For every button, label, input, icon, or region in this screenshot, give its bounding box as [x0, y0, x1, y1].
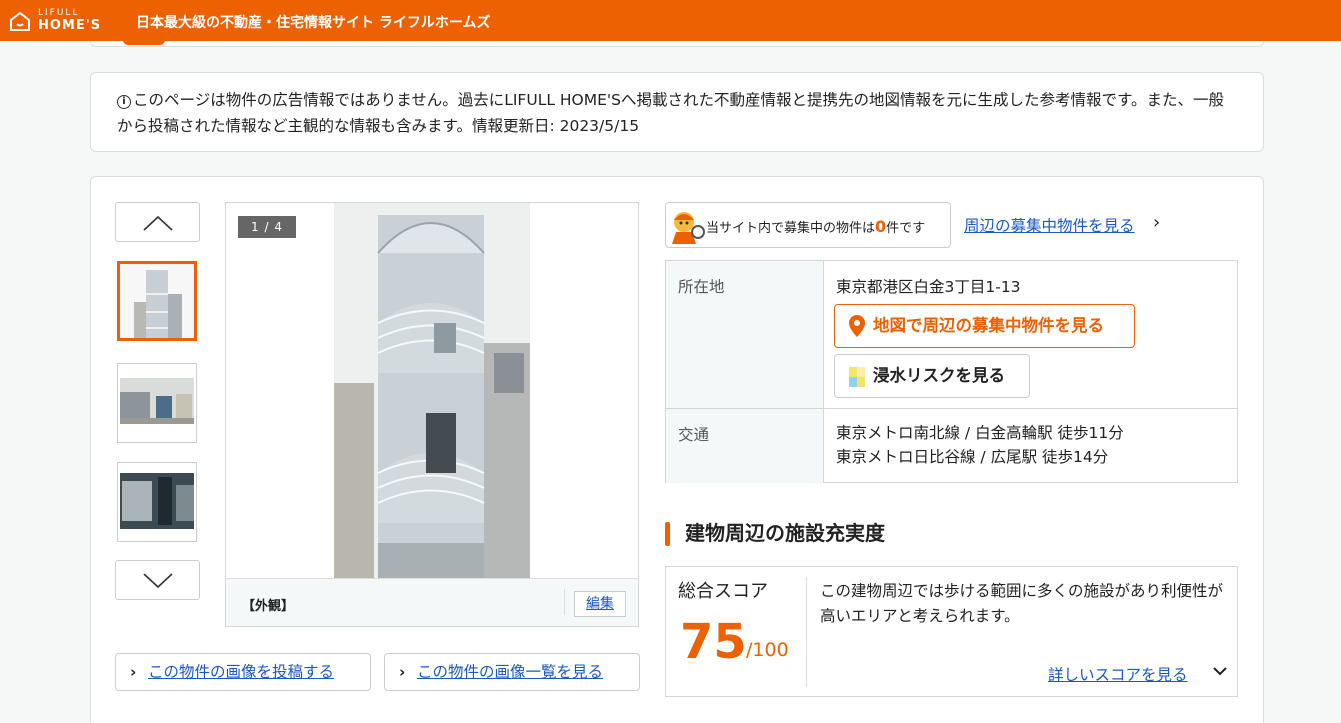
flood-button-label: 浸水リスクを見る: [873, 366, 1005, 385]
reference-info-notice: i このページは物件の広告情報ではありません。過去にLIFULL HOME'Sへ掲…: [90, 72, 1264, 152]
info-icon: i: [117, 95, 131, 109]
map-nearby-listings-button[interactable]: 地図で周辺の募集中物件を見る: [834, 304, 1135, 348]
logo-text-bottom: HOME'S: [38, 18, 102, 33]
home-icon: [10, 11, 30, 31]
transport-label: 交通: [666, 409, 824, 483]
thumbnail-image-entrance: [118, 364, 196, 442]
map-button-label: 地図で周辺の募集中物件を見る: [873, 316, 1104, 335]
thumbnail-3[interactable]: [117, 462, 197, 542]
score-value: 75: [680, 614, 747, 670]
logo-text-top: LIFULL: [38, 8, 80, 18]
thumbnail-up-button[interactable]: [115, 202, 200, 242]
site-tagline: 日本最大級の不動産・住宅情報サイト ライフルホームズ: [136, 15, 491, 31]
caption-divider: [564, 589, 565, 615]
score-label: 総合スコア: [678, 581, 768, 602]
image-viewer: 1 / 4 【外観】 編集: [225, 202, 639, 627]
score-description: この建物周辺では歩ける範囲に多くの施設があり利便性が高いエリアと考えられます。: [820, 582, 1224, 625]
image-counter: 1 / 4: [238, 216, 296, 238]
listing-count-value: 0: [875, 217, 887, 236]
transport-line-2: 東京メトロ日比谷線 / 広尾駅 徒歩14分: [836, 448, 1109, 466]
listing-count-prefix: 当サイト内で募集中の物件は: [706, 221, 876, 236]
post-image-link-label: この物件の画像を投稿する: [148, 663, 335, 681]
image-list-link-label: この物件の画像一覧を見る: [417, 663, 604, 681]
facilities-section-title: 建物周辺の施設充実度: [665, 520, 885, 546]
hazard-map-icon: [849, 367, 865, 387]
chevron-right-icon: ›: [130, 663, 137, 681]
transport-row: 交通 東京メトロ南北線 / 白金高輪駅 徒歩11分 東京メトロ日比谷線 / 広尾…: [666, 409, 1237, 483]
thumbnail-image-exterior: [120, 264, 194, 338]
thumbnail-1[interactable]: [117, 261, 197, 341]
chevron-right-icon: ›: [1153, 212, 1161, 233]
site-logo[interactable]: LIFULL HOME'S: [8, 8, 112, 34]
property-info-table: 所在地 東京都港区白金3丁目1-13 地図で周辺の募集中物件を見る 浸水リスクを…: [665, 260, 1238, 483]
post-image-link[interactable]: › この物件の画像を投稿する: [115, 653, 371, 691]
chevron-down-icon: [143, 573, 173, 589]
listing-count-box: 当サイト内で募集中の物件は0件です: [665, 202, 951, 248]
facility-score-box: 総合スコア 75 /100 この建物周辺では歩ける範囲に多くの施設があり利便性が…: [665, 566, 1238, 697]
detailed-score-link[interactable]: 詳しいスコアを見る: [1048, 663, 1188, 685]
chevron-down-icon: [1213, 667, 1227, 676]
location-row: 所在地 東京都港区白金3丁目1-13 地図で周辺の募集中物件を見る 浸水リスクを…: [666, 261, 1237, 409]
chevron-up-icon: [143, 215, 173, 231]
nearby-listings-link[interactable]: 周辺の募集中物件を見る: [964, 214, 1135, 236]
thumbnail-2[interactable]: [117, 363, 197, 443]
title-accent-bar: [665, 522, 670, 546]
edit-caption-button[interactable]: 編集: [574, 591, 626, 617]
listing-count-suffix: 件です: [886, 221, 926, 236]
chevron-right-icon: ›: [399, 663, 406, 681]
score-max: /100: [746, 639, 789, 661]
listing-count-text: 当サイト内で募集中の物件は0件です: [706, 217, 925, 236]
score-divider: [806, 577, 807, 687]
location-label: 所在地: [666, 261, 824, 408]
image-list-link[interactable]: › この物件の画像一覧を見る: [384, 653, 640, 691]
header-bottom-strip: [90, 40, 1264, 47]
mascot-fragment: [123, 40, 165, 45]
facilities-title-text: 建物周辺の施設充実度: [685, 521, 885, 545]
site-header: LIFULL HOME'S 日本最大級の不動産・住宅情報サイト ライフルホームズ: [0, 0, 1341, 41]
map-pin-icon: [849, 315, 865, 337]
thumbnail-down-button[interactable]: [115, 560, 200, 600]
address-value: 東京都港区白金3丁目1-13: [836, 278, 1021, 296]
notice-text: このページは物件の広告情報ではありません。過去にLIFULL HOME'Sへ掲載…: [117, 91, 1224, 135]
image-caption-bar: 【外観】 編集: [226, 578, 638, 626]
main-photo-exterior[interactable]: [334, 203, 530, 578]
image-caption: 【外観】: [242, 599, 295, 614]
flood-risk-button[interactable]: 浸水リスクを見る: [834, 354, 1030, 398]
mascot-icon: [672, 212, 705, 244]
thumbnail-image-hallway: [118, 463, 196, 541]
transport-line-1: 東京メトロ南北線 / 白金高輪駅 徒歩11分: [836, 424, 1124, 442]
